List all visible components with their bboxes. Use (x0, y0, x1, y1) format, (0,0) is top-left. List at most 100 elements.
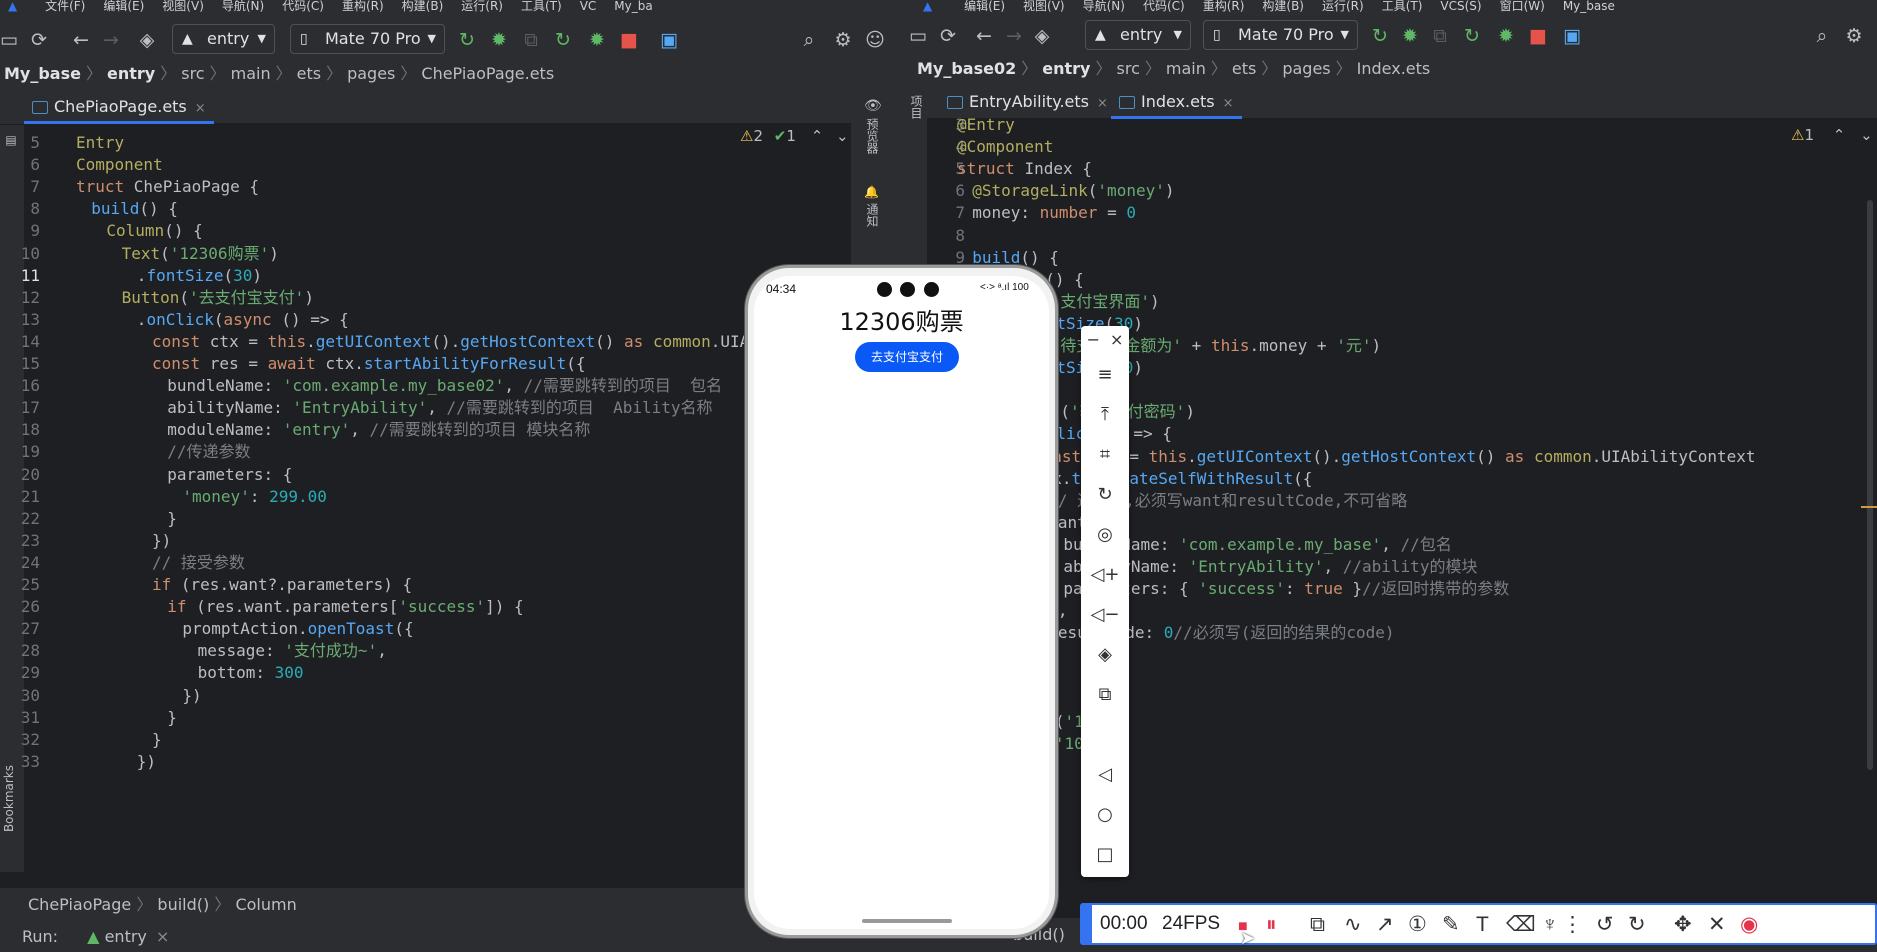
volume-up-icon[interactable]: ◁+ (1081, 564, 1129, 585)
apply-changes-icon[interactable]: ↻ (1459, 24, 1485, 48)
device-select[interactable]: ▯ Mate 70 Pro ▼ (290, 24, 445, 54)
breadcrumb-item[interactable]: My_base (4, 64, 81, 83)
breadcrumb-item[interactable]: Index.ets (1357, 59, 1431, 78)
menu-item[interactable]: 代码(C) (1143, 0, 1185, 13)
number-icon[interactable]: ① (1408, 913, 1427, 937)
menu-item[interactable]: 工具(T) (1382, 0, 1423, 13)
menu-item[interactable]: 工具(T) (521, 0, 562, 13)
save-icon[interactable]: ▭ (0, 28, 22, 52)
pin-icon[interactable]: ⤒ (1081, 404, 1129, 425)
chevron-down-icon[interactable]: ⌄ (1860, 126, 1873, 144)
attach-icon[interactable]: ⧉ (1427, 24, 1453, 48)
chevron-up-icon[interactable]: ⌃ (1833, 126, 1846, 144)
breadcrumb-item[interactable]: ets (1232, 59, 1256, 78)
menu-item[interactable]: 运行(R) (1322, 0, 1364, 13)
menu-item[interactable]: 重构(R) (342, 0, 384, 13)
curve-icon[interactable]: ∿ (1344, 913, 1362, 937)
menu-item[interactable]: 编辑(E) (964, 0, 1005, 13)
back-icon[interactable]: ← (68, 28, 94, 52)
fold-icon[interactable]: ⧉ (1081, 684, 1129, 705)
close-icon[interactable]: ✕ (1708, 913, 1726, 937)
crop-icon[interactable]: ⌗ (1081, 444, 1129, 465)
back-nav-icon[interactable]: ◁ (1081, 764, 1129, 785)
menu-item[interactable]: VCS(S) (1440, 0, 1481, 13)
breadcrumb-item[interactable]: ets (297, 64, 321, 83)
menu-item[interactable]: 重构(R) (1203, 0, 1245, 13)
recents-nav-icon[interactable]: □ (1081, 844, 1129, 865)
menu-item[interactable]: 编辑(E) (103, 0, 144, 13)
run-config-select[interactable]: ▲ entry ▼ (172, 24, 275, 54)
account-icon[interactable]: ☺ (862, 28, 888, 52)
breadcrumb-item[interactable]: entry (1042, 59, 1090, 78)
breadcrumb-item[interactable]: pages (347, 64, 395, 83)
eraser-icon[interactable]: ⌫ (1506, 913, 1536, 937)
breadcrumb-item[interactable]: ChePiaoPage.ets (421, 64, 554, 83)
gear-icon[interactable]: ⚙ (1841, 24, 1867, 48)
record-icon[interactable]: ◉ (1740, 913, 1758, 937)
recorder-handle[interactable] (1082, 903, 1092, 945)
code-line[interactable]: 33}) (14, 749, 851, 775)
shake-icon[interactable]: ◈ (1081, 644, 1129, 665)
breadcrumb-item[interactable]: entry (107, 64, 155, 83)
close-icon[interactable]: × (1223, 96, 1234, 111)
search-icon[interactable]: ⌕ (796, 28, 822, 52)
volume-down-icon[interactable]: ◁− (1081, 604, 1129, 625)
close-icon[interactable]: × (195, 101, 206, 116)
home-indicator[interactable] (862, 919, 952, 923)
project-tab[interactable]: 项目 (908, 95, 925, 119)
breadcrumb-item[interactable]: main (1166, 59, 1206, 78)
pen-icon[interactable]: ✎ (1442, 913, 1460, 937)
menu-item[interactable]: 导航(N) (222, 0, 264, 13)
menu-item[interactable]: 窗口(W) (1500, 0, 1545, 13)
breadcrumb-item[interactable]: src (181, 64, 204, 83)
notifications-tab[interactable]: 通知 (864, 203, 881, 227)
redo-icon[interactable]: ↻ (1628, 913, 1646, 937)
forward-icon[interactable]: → (1001, 24, 1027, 48)
debug-icon[interactable]: ✹ (1397, 24, 1423, 48)
rotate-icon[interactable]: ↻ (1081, 484, 1129, 505)
run-tab[interactable]: entry (105, 927, 147, 946)
close-icon[interactable]: × (156, 927, 169, 946)
status-crumb[interactable]: Column (235, 895, 296, 914)
left-editor[interactable]: 5 Entry 6 Component 7 truct ChePiaoPage {8 bui… (14, 130, 851, 885)
menu-item[interactable]: My_ba (614, 0, 652, 13)
device-manager-icon[interactable]: ▣ (656, 28, 682, 52)
menu-item[interactable]: 导航(N) (1083, 0, 1125, 13)
profiler-icon[interactable]: ✹ (1493, 24, 1519, 48)
breadcrumb-item[interactable]: My_base02 (917, 59, 1016, 78)
breadcrumb-item[interactable]: pages (1282, 59, 1330, 78)
right-editor[interactable]: 3 @Entry 4 @Component 5 struct Index {6 @Stora… (933, 112, 1853, 902)
target-icon[interactable]: ◈ (134, 28, 160, 52)
chevron-down-icon[interactable]: ⌄ (836, 127, 849, 145)
stop-icon[interactable]: ■ (1525, 24, 1551, 48)
inspection-widget[interactable]: ⚠2 ✔1 ⌃ ⌄ (740, 127, 849, 145)
forward-icon[interactable]: → (98, 28, 124, 52)
inspection-widget[interactable]: ⚠1 ⌃ ⌄ (1791, 126, 1873, 144)
menu-item[interactable]: 构建(B) (402, 0, 444, 13)
menu-item[interactable]: 文件(F) (45, 0, 85, 13)
chevron-up-icon[interactable]: ⌃ (811, 127, 824, 145)
menu-item[interactable]: 运行(R) (461, 0, 503, 13)
text-icon[interactable]: T (1476, 913, 1489, 937)
breadcrumb-item[interactable]: src (1117, 59, 1140, 78)
status-crumb[interactable]: build() (157, 895, 209, 914)
menu-item[interactable]: 视图(V) (162, 0, 204, 13)
shape-icon[interactable]: ⧉ (1310, 913, 1325, 937)
apply-changes-icon[interactable]: ↻ (550, 28, 576, 52)
tab-chepiaopage[interactable]: ChePiaoPage.ets × (24, 90, 214, 124)
back-icon[interactable]: ← (971, 24, 997, 48)
alipay-button[interactable]: 去支付宝支付 (855, 342, 959, 372)
move-icon[interactable]: ✥ (1674, 913, 1692, 937)
arrow-icon[interactable]: ↗ (1376, 913, 1394, 937)
screenshot-icon[interactable]: ◎ (1081, 524, 1129, 545)
undo-icon[interactable]: ↺ (1596, 913, 1614, 937)
minimize-icon[interactable]: − × (1081, 330, 1129, 349)
status-crumb[interactable]: ChePiaoPage (28, 895, 131, 914)
menu-item[interactable]: My_base (1563, 0, 1615, 13)
attach-icon[interactable]: ⧉ (518, 28, 544, 52)
close-icon[interactable]: × (1097, 96, 1108, 111)
home-nav-icon[interactable]: ○ (1081, 804, 1129, 825)
highlight-icon[interactable]: ♆ (1542, 913, 1558, 937)
target-icon[interactable]: ◈ (1029, 24, 1055, 48)
gear-icon[interactable]: ⚙ (830, 28, 856, 52)
